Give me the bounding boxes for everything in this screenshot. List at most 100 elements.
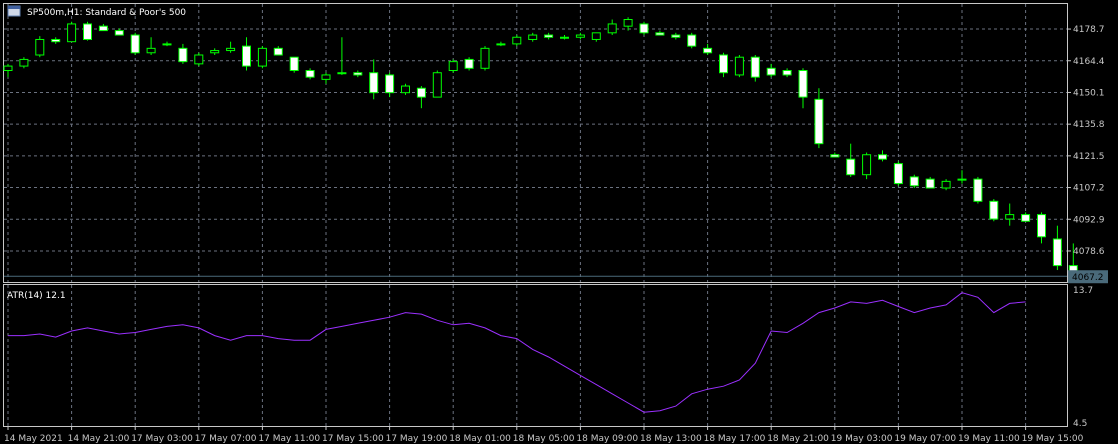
symbol-header: SP500m,H1: Standard & Poor's 500	[7, 5, 186, 18]
candle	[750, 54, 760, 82]
candle-body	[830, 154, 840, 158]
candle-body	[162, 43, 172, 46]
candle-body	[639, 23, 649, 34]
grid-lines	[4, 4, 1067, 426]
candle-body	[369, 72, 379, 94]
candle-body	[719, 54, 728, 74]
candle-body	[67, 23, 77, 43]
time-tick-label: 18 May 21:00	[767, 434, 829, 444]
candle	[1021, 212, 1031, 222]
time-tick-label: 19 May 11:00	[958, 434, 1020, 444]
candle	[305, 68, 315, 80]
candle	[19, 57, 29, 69]
window-icon-titlebar	[8, 6, 20, 9]
candle	[130, 32, 140, 55]
candle	[1037, 212, 1046, 244]
candle	[146, 37, 156, 55]
time-tick-label: 19 May 15:00	[1022, 434, 1084, 444]
time-tick-label: 14 May 2021	[4, 434, 63, 444]
candle	[734, 54, 744, 78]
time-axis: 14 May 2021 14 May 21:00 17 May 03:00 17 Ma…	[4, 426, 1084, 444]
candle-body	[146, 47, 156, 54]
candle-body	[194, 54, 204, 65]
candle-body	[1052, 238, 1062, 267]
time-tick-label: 17 May 07:00	[195, 434, 257, 444]
candle	[496, 41, 506, 47]
candle	[194, 52, 204, 67]
candle	[226, 41, 236, 53]
candle-body	[703, 47, 713, 54]
candle-body	[1021, 214, 1031, 222]
candle	[909, 174, 919, 189]
candle	[353, 70, 363, 78]
candle-body	[846, 158, 856, 176]
candle-body	[957, 178, 967, 181]
candle	[83, 21, 92, 41]
time-tick-label: 14 May 21:00	[68, 434, 130, 444]
candle	[512, 35, 522, 47]
candle-body	[401, 85, 410, 94]
candle-body	[1037, 214, 1046, 238]
time-tick-label: 18 May 05:00	[513, 434, 575, 444]
price-tick-label: 4092.9	[1073, 215, 1105, 225]
candle-body	[130, 34, 140, 54]
candle	[242, 37, 251, 71]
candle-body	[337, 72, 347, 75]
candle-body	[782, 70, 792, 76]
candle	[448, 59, 458, 73]
time-tick-label: 18 May 17:00	[704, 434, 766, 444]
chart-canvas: 4178.7 4164.4 4150.1 4135.8 4121.5 4107.2 4092…	[3, 3, 1108, 444]
candle-body	[496, 43, 506, 46]
candle	[480, 46, 490, 71]
candle-body	[734, 56, 744, 76]
candle	[862, 152, 872, 180]
candle	[369, 59, 379, 100]
candle-body	[464, 58, 474, 69]
candle-body	[289, 56, 299, 72]
candle	[814, 88, 824, 149]
candle-body	[416, 87, 426, 98]
atr-tick-label: 4.5	[1073, 419, 1087, 429]
candle	[51, 37, 61, 44]
candle-body	[798, 70, 808, 98]
candle	[925, 176, 935, 189]
symbol-title: SP500m,H1: Standard & Poor's 500	[27, 8, 186, 18]
candle-body	[671, 34, 681, 38]
candle	[385, 72, 395, 98]
candle	[575, 32, 585, 40]
candle	[67, 21, 77, 43]
candle	[273, 46, 283, 56]
candle	[798, 68, 808, 109]
atr-axis: 13.7 4.5	[1073, 286, 1093, 429]
candle	[655, 30, 665, 36]
candle	[719, 52, 728, 78]
candle	[893, 161, 903, 186]
candle-body	[687, 34, 697, 47]
candle-body	[814, 98, 824, 145]
time-tick-label: 17 May 03:00	[131, 434, 193, 444]
candle-body	[480, 47, 490, 69]
candle-body	[178, 47, 188, 63]
candle-body	[973, 178, 983, 202]
candle-body	[273, 47, 283, 56]
candle-body	[575, 34, 585, 38]
candle	[607, 19, 617, 36]
current-price-label: 4067.2	[1072, 273, 1104, 283]
candle-body	[305, 70, 315, 78]
candle-body	[766, 67, 776, 76]
price-tick-label: 4078.6	[1073, 247, 1105, 257]
candle-body	[19, 58, 29, 67]
candle	[98, 23, 108, 32]
price-tick-label: 4107.2	[1073, 184, 1105, 194]
candle	[830, 152, 840, 158]
candle-body	[623, 19, 633, 27]
candle	[941, 179, 951, 191]
candle-body	[878, 154, 887, 160]
candle-body	[35, 38, 45, 56]
candle-body	[321, 74, 331, 80]
time-tick-label: 17 May 11:00	[258, 434, 320, 444]
candle	[671, 32, 681, 40]
candle-body	[353, 72, 363, 76]
candle	[782, 68, 792, 78]
candle-body	[989, 200, 999, 220]
